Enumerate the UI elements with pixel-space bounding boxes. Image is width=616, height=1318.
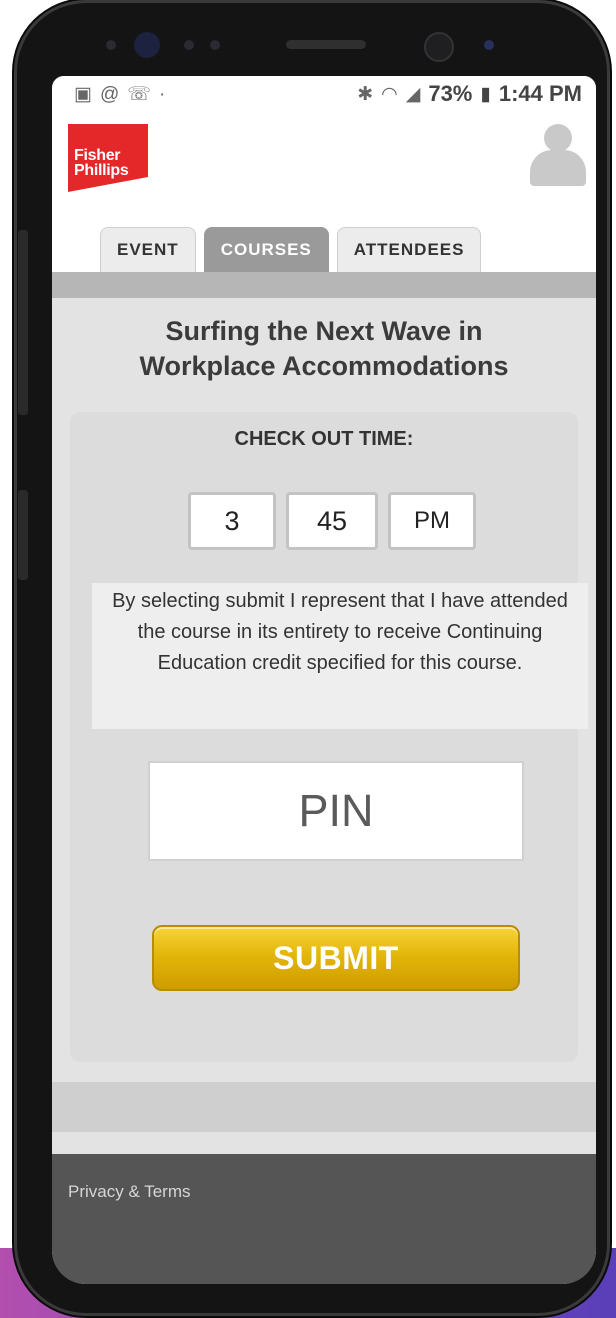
hour-field[interactable]: 3 (188, 492, 276, 550)
screen: ▣ @ ☏ · ✱ ◠ ◢ 73% ▮ 1:44 PM Fisher Phill… (52, 76, 596, 1284)
status-left-icons: ▣ @ ☏ · (74, 85, 165, 104)
course-title: Surfing the Next Wave in Workplace Accom… (52, 298, 596, 384)
content-bottom-strip (52, 1082, 596, 1132)
wifi-call-icon: ☏ (127, 83, 152, 105)
clock: 1:44 PM (498, 81, 582, 106)
logo-line-2: Phillips (74, 162, 129, 179)
iris-scanner (484, 40, 494, 50)
submit-button[interactable]: SUBMIT (152, 925, 520, 991)
bluetooth-icon: ✱ (357, 83, 374, 105)
proximity-sensor (106, 40, 116, 50)
logo-text: Fisher Phillips (74, 147, 129, 179)
wifi-icon: ◠ (381, 83, 398, 105)
volume-button (18, 230, 28, 415)
tab-bar: EVENT COURSES ATTENDEES (100, 227, 482, 272)
course-title-line-1: Surfing the Next Wave in (165, 316, 483, 346)
disclaimer-text: By selecting submit I represent that I h… (92, 583, 588, 729)
course-title-line-2: Workplace Accommodations (139, 351, 509, 381)
signal-icon: ◢ (405, 83, 421, 105)
tab-attendees[interactable]: ATTENDEES (336, 227, 482, 272)
checkout-time-label: CHECK OUT TIME: (234, 428, 414, 450)
light-sensor (210, 40, 220, 50)
earpiece (286, 40, 366, 49)
dot-icon: · (159, 83, 166, 105)
battery-icon: ▮ (480, 83, 491, 105)
main-content: Surfing the Next Wave in Workplace Accom… (52, 298, 596, 1062)
tab-underline-strip (52, 272, 596, 298)
privacy-terms-link[interactable]: Privacy & Terms (68, 1182, 191, 1202)
gallery-icon: ▣ (74, 83, 92, 105)
avatar-head (544, 124, 572, 152)
checkout-panel: CHECK OUT TIME: 3 45 PM By selecting sub… (70, 412, 588, 1062)
ambient-sensor (184, 40, 194, 50)
bixby-button (18, 490, 28, 580)
avatar-body (530, 150, 586, 186)
phone-frame: ▣ @ ☏ · ✱ ◠ ◢ 73% ▮ 1:44 PM Fisher Phill… (14, 0, 610, 1316)
tab-event[interactable]: EVENT (100, 227, 196, 272)
footer: Privacy & Terms (52, 1154, 596, 1284)
ampm-field[interactable]: PM (388, 492, 476, 550)
front-camera (424, 32, 454, 62)
battery-percent: 73% (428, 81, 473, 106)
tab-courses[interactable]: COURSES (203, 227, 329, 272)
logo-line-1: Fisher (74, 147, 121, 164)
pin-input[interactable] (148, 761, 524, 861)
app-header: Fisher Phillips EVENT COURSES ATTENDEES (52, 112, 596, 272)
time-picker: 3 45 PM (188, 492, 476, 550)
profile-avatar-icon[interactable] (530, 124, 586, 186)
status-bar: ▣ @ ☏ · ✱ ◠ ◢ 73% ▮ 1:44 PM (52, 76, 596, 112)
minute-field[interactable]: 45 (286, 492, 378, 550)
at-icon: @ (99, 83, 120, 105)
status-right-icons: ✱ ◠ ◢ 73% ▮ 1:44 PM (357, 81, 582, 107)
fisher-phillips-logo[interactable]: Fisher Phillips (68, 124, 148, 192)
iris-camera (134, 32, 160, 58)
